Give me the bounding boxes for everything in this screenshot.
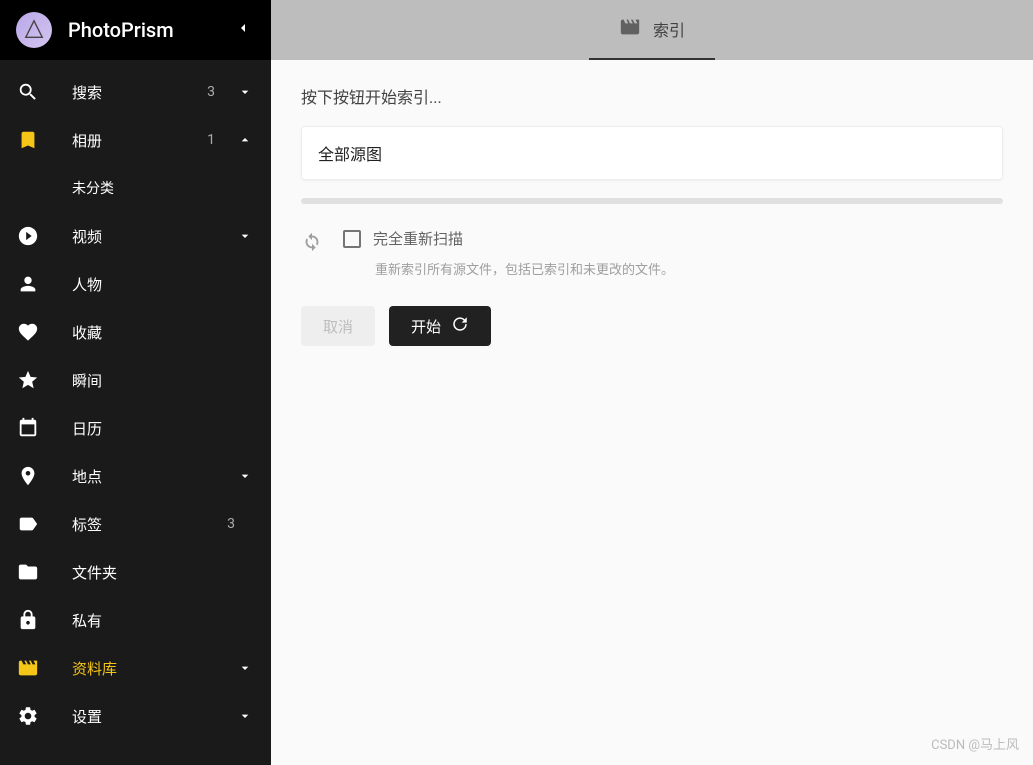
chevron-down-icon: [235, 228, 255, 244]
nav-item-moments[interactable]: 瞬间: [0, 356, 271, 404]
nav-item-private[interactable]: 私有: [0, 596, 271, 644]
app-logo[interactable]: [16, 12, 52, 48]
rescan-option: 完全重新扫描 重新索引所有源文件，包括已索引和未更改的文件。: [343, 228, 1003, 278]
refresh-icon: [301, 230, 323, 252]
nav-label: 搜索: [72, 82, 207, 103]
nav-item-library[interactable]: 资料库: [0, 644, 271, 692]
calendar-icon: [16, 416, 40, 440]
app-title: PhotoPrism: [68, 18, 231, 42]
nav-item-people[interactable]: 人物: [0, 260, 271, 308]
nav-subitem-uncategorized[interactable]: 未分类: [0, 164, 271, 212]
tab-label: 索引: [653, 17, 685, 41]
search-icon: [16, 80, 40, 104]
gear-icon: [16, 704, 40, 728]
nav-label: 资料库: [72, 658, 235, 679]
rescan-label: 完全重新扫描: [373, 228, 463, 249]
nav-label: 私有: [72, 610, 255, 631]
cancel-button[interactable]: 取消: [301, 306, 375, 346]
nav-item-albums[interactable]: 相册 1: [0, 116, 271, 164]
nav-label: 人物: [72, 274, 255, 295]
nav-label: 日历: [72, 418, 255, 439]
nav-item-labels[interactable]: 标签 3: [0, 500, 271, 548]
chevron-down-icon: [235, 660, 255, 676]
nav-item-favorites[interactable]: 收藏: [0, 308, 271, 356]
start-button[interactable]: 开始: [389, 306, 491, 346]
nav-item-calendar[interactable]: 日历: [0, 404, 271, 452]
nav-label: 设置: [72, 706, 235, 727]
nav-label: 地点: [72, 466, 235, 487]
nav-item-search[interactable]: 搜索 3: [0, 68, 271, 116]
nav-label: 视频: [72, 226, 235, 247]
tab-index[interactable]: 索引: [589, 0, 715, 60]
film-icon: [619, 16, 641, 42]
content-panel: 按下按钮开始索引... 全部源图 完全重新扫描 重新索引所有源文件，包括已索引和…: [271, 60, 1033, 370]
nav-label: 瞬间: [72, 370, 255, 391]
sidebar-collapse-button[interactable]: [231, 16, 255, 44]
place-icon: [16, 464, 40, 488]
options-row: 完全重新扫描 重新索引所有源文件，包括已索引和未更改的文件。: [301, 228, 1003, 278]
nav-count: 1: [207, 132, 215, 148]
nav-label: 收藏: [72, 322, 255, 343]
play-icon: [16, 224, 40, 248]
chevron-down-icon: [235, 84, 255, 100]
main-content: 索引 按下按钮开始索引... 全部源图 完全重新扫描 重新索引所有源文件，包括已…: [271, 0, 1033, 765]
source-select[interactable]: 全部源图: [301, 126, 1003, 180]
nav-item-settings[interactable]: 设置: [0, 692, 271, 740]
star-icon: [16, 368, 40, 392]
nav-label: 文件夹: [72, 562, 255, 583]
label-icon: [16, 512, 40, 536]
lock-icon: [16, 608, 40, 632]
bookmark-icon: [16, 128, 40, 152]
rescan-checkbox[interactable]: [343, 230, 361, 248]
hint-text: 按下按钮开始索引...: [301, 84, 1003, 108]
sidebar-header: PhotoPrism: [0, 0, 271, 60]
chevron-up-icon: [235, 132, 255, 148]
sidebar: PhotoPrism 搜索 3 相册 1 未分类 视频 人物: [0, 0, 271, 765]
topbar: 索引: [271, 0, 1033, 60]
chevron-down-icon: [235, 468, 255, 484]
nav-item-places[interactable]: 地点: [0, 452, 271, 500]
film-icon: [16, 656, 40, 680]
nav-item-videos[interactable]: 视频: [0, 212, 271, 260]
chevron-down-icon: [235, 708, 255, 724]
folder-icon: [16, 560, 40, 584]
nav-list: 搜索 3 相册 1 未分类 视频 人物 收藏 瞬间: [0, 60, 271, 765]
watermark: CSDN @马上风: [931, 734, 1019, 753]
buttons-row: 取消 开始: [301, 306, 1003, 346]
person-icon: [16, 272, 40, 296]
rescan-description: 重新索引所有源文件，包括已索引和未更改的文件。: [375, 259, 1003, 278]
nav-count: 3: [227, 516, 235, 532]
nav-item-folders[interactable]: 文件夹: [0, 548, 271, 596]
update-icon: [451, 315, 469, 337]
nav-label: 相册: [72, 130, 207, 151]
nav-label: 标签: [72, 514, 227, 535]
progress-bar: [301, 198, 1003, 204]
nav-count: 3: [207, 84, 215, 100]
heart-icon: [16, 320, 40, 344]
